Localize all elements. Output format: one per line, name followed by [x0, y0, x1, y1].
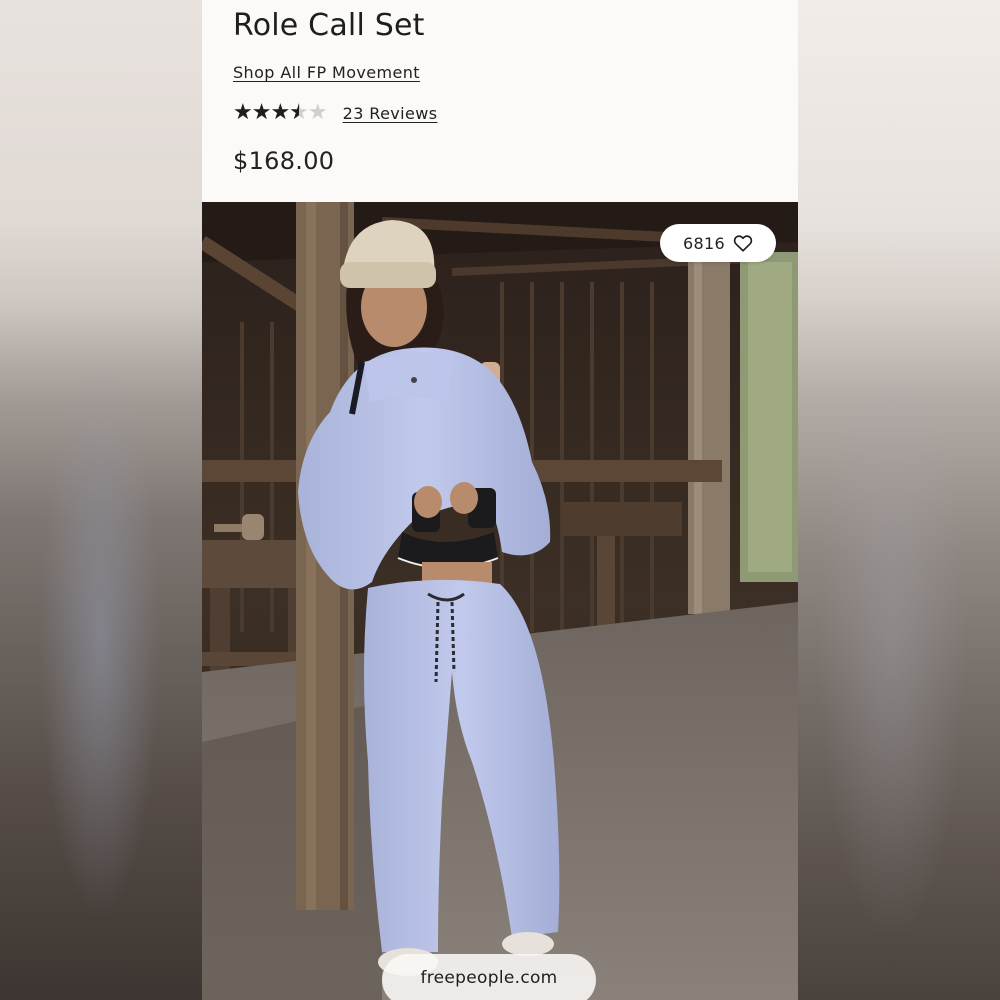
product-card: Role Call Set Shop All FP Movement ★★★★★… — [202, 0, 798, 1000]
source-domain-pill: freepeople.com — [382, 954, 596, 1000]
product-photo-illustration — [202, 202, 798, 1000]
heart-outline-icon — [733, 235, 753, 252]
product-title: Role Call Set — [233, 8, 425, 43]
product-info: Role Call Set Shop All FP Movement ★★★★★… — [202, 0, 798, 202]
source-domain: freepeople.com — [420, 968, 558, 988]
reviews-link[interactable]: 23 Reviews — [343, 104, 438, 123]
blurred-background-left — [0, 0, 202, 1000]
favorite-button[interactable]: 6816 — [660, 224, 776, 262]
shop-collection-link[interactable]: Shop All FP Movement — [233, 63, 420, 82]
product-photo[interactable]: 6816 freepeople.com — [202, 202, 798, 1000]
star-rating-filled: ★★★★★ — [233, 102, 299, 124]
product-price: $168.00 — [233, 147, 335, 175]
screenshot-stage: Role Call Set Shop All FP Movement ★★★★★… — [0, 0, 1000, 1000]
blurred-background-right — [797, 0, 1000, 1000]
favorite-count: 6816 — [683, 233, 725, 253]
rating-row: ★★★★★ ★★★★★ 23 Reviews — [233, 100, 438, 126]
star-rating: ★★★★★ ★★★★★ — [233, 102, 328, 124]
